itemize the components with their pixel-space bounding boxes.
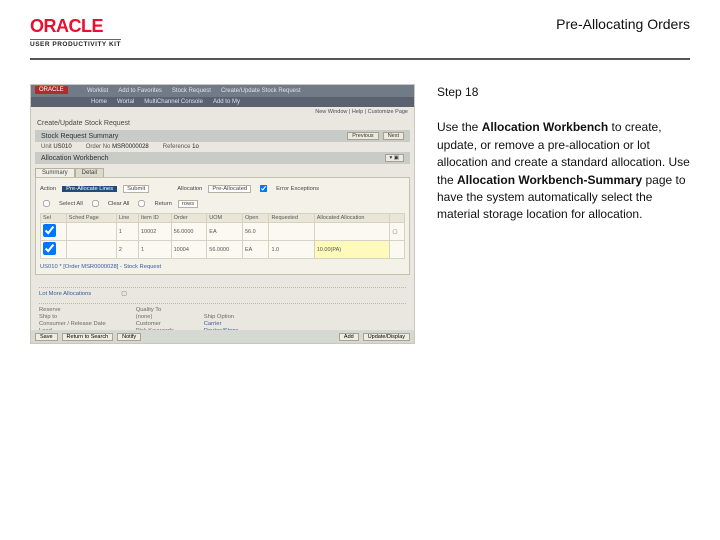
nav-item: MultiChannel Console — [144, 99, 203, 105]
select-all-radio[interactable] — [43, 200, 50, 207]
submit-button[interactable]: Submit — [123, 185, 149, 193]
screenshot-column: ORACLE Worklist Add to Favorites Stock R… — [30, 84, 415, 344]
oracle-logo-text: ORACLE — [30, 16, 103, 37]
oracle-logo-subtitle: USER PRODUCTIVITY KIT — [30, 39, 121, 48]
oracle-logo: ORACLE — [30, 16, 121, 37]
logo-block: ORACLE USER PRODUCTIVITY KIT — [30, 16, 121, 48]
panel-title: Create/Update Stock Request — [31, 117, 414, 130]
app-footer: Save Return to Search Notify Add Update/… — [31, 330, 414, 343]
instruction-column: Step 18 Use the Allocation Workbench to … — [437, 84, 690, 344]
nav-item: Add to Favorites — [118, 88, 162, 94]
row-select-checkbox[interactable] — [43, 224, 56, 237]
allocation-select[interactable]: Pre-Allocated — [208, 185, 251, 193]
tab-summary[interactable]: Summary — [35, 168, 75, 177]
lower-panel: Lot More Allocations ▢ Reserve Ship to C… — [31, 279, 414, 336]
section-title: Stock Request Summary — [41, 133, 118, 140]
lot-more-link[interactable]: Lot More Allocations — [39, 291, 91, 297]
return-search-button[interactable]: Return to Search — [62, 333, 114, 341]
breadcrumb: New Window | Help | Customize Page — [31, 107, 414, 117]
notify-button[interactable]: Notify — [117, 333, 141, 341]
tab-detail[interactable]: Detail — [75, 168, 104, 177]
nav-item: Home — [91, 99, 107, 105]
nav-item: Wortal — [117, 99, 134, 105]
next-button[interactable]: Next — [383, 132, 404, 140]
app-screenshot: ORACLE Worklist Add to Favorites Stock R… — [30, 84, 415, 344]
note-row: US010 * [Order MSR0000028] - Stock Reque… — [40, 263, 405, 271]
action-row: Action Pre-Allocate Lines Submit Allocat… — [40, 181, 405, 196]
info-line: Unit US010 Order No MSR0000028 Reference… — [31, 142, 414, 152]
allocation-grid: Sel Sched Page Line Item ID Order UOM Op… — [40, 213, 405, 259]
table-row: 1 10002 56.0000 EA 56.0 ▢ — [41, 223, 405, 241]
save-button[interactable]: Save — [35, 333, 58, 341]
nav-item: Create/Update Stock Request — [221, 88, 301, 94]
clear-all-radio[interactable] — [92, 200, 99, 207]
nav-item: Stock Request — [172, 88, 211, 94]
app-oracle-logo: ORACLE — [35, 86, 68, 94]
prev-button[interactable]: Previous — [347, 132, 378, 140]
app-top-nav: Worklist Add to Favorites Stock Request … — [31, 85, 414, 97]
nav-item: Add to My — [213, 99, 240, 105]
action-select[interactable]: Pre-Allocate Lines — [62, 186, 117, 192]
tab-body: Action Pre-Allocate Lines Submit Allocat… — [35, 177, 410, 275]
expand-icon[interactable]: ▾ ▣ — [385, 154, 405, 162]
add-button[interactable]: Add — [339, 333, 359, 341]
section-bar: Stock Request Summary Previous Next — [35, 130, 410, 142]
app-top-nav2: Home Wortal MultiChannel Console Add to … — [31, 97, 414, 107]
slide-header: ORACLE USER PRODUCTIVITY KIT Pre-Allocat… — [0, 0, 720, 54]
error-exceptions-checkbox[interactable] — [260, 185, 267, 192]
table-header-row: Sel Sched Page Line Item ID Order UOM Op… — [41, 214, 405, 223]
section2-bar: Allocation Workbench ▾ ▣ — [35, 152, 410, 164]
row-select-checkbox[interactable] — [43, 242, 56, 255]
table-row: 2 1 10004 56.0000 EA 1.0 10.00(PA) — [41, 241, 405, 259]
step-label: Step 18 — [437, 84, 690, 101]
tabs: Summary Detail — [35, 168, 410, 177]
update-display-button[interactable]: Update/Display — [363, 333, 410, 341]
nav-item: Worklist — [87, 88, 108, 94]
return-radio[interactable] — [138, 200, 145, 207]
instruction-text: Use the Allocation Workbench to create, … — [437, 119, 690, 223]
content-area: ORACLE Worklist Add to Favorites Stock R… — [0, 60, 720, 344]
select-row: Select All Clear All Return rows — [40, 196, 405, 211]
section2-title: Allocation Workbench — [41, 155, 109, 162]
page-title: Pre-Allocating Orders — [556, 16, 690, 32]
